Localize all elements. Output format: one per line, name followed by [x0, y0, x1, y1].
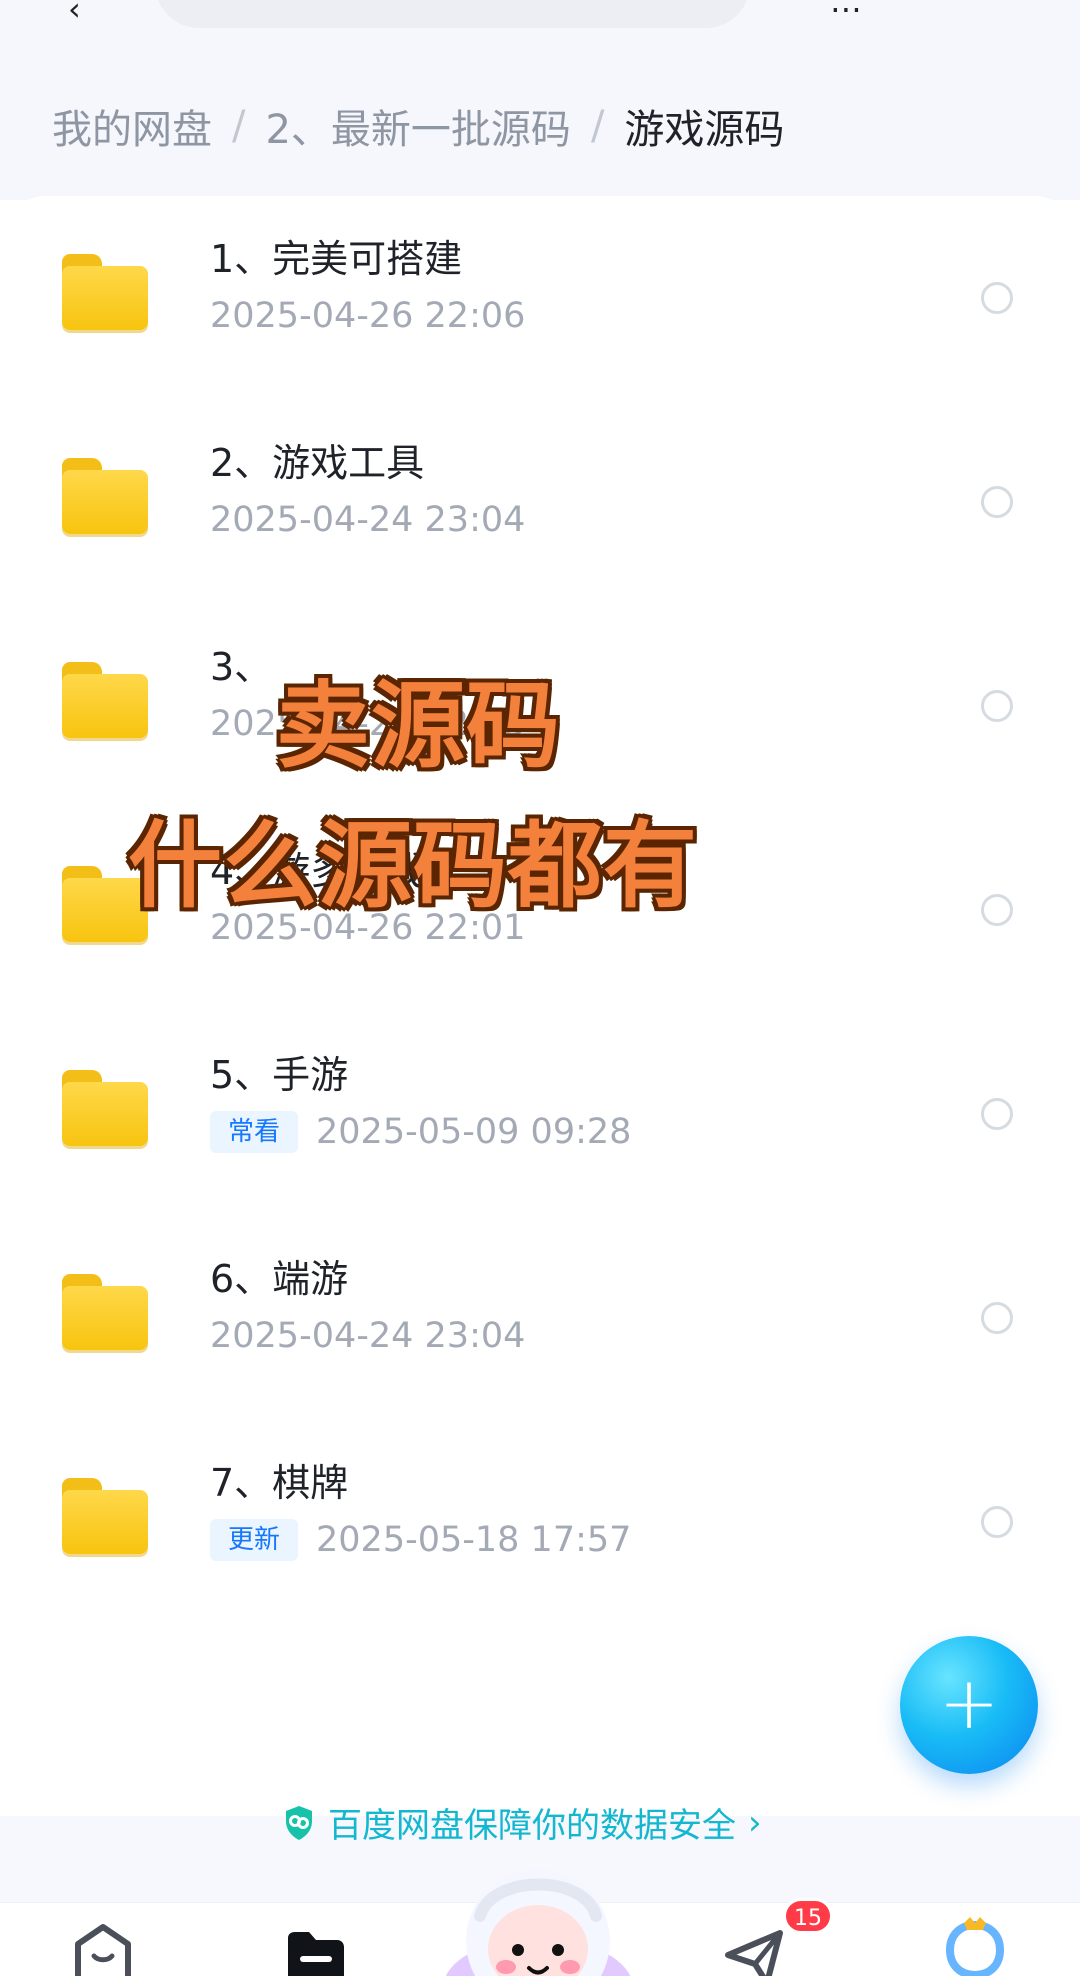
folder-icon: [62, 254, 148, 330]
breadcrumb-separator: /: [590, 103, 605, 149]
send-icon[interactable]: [722, 1927, 790, 1976]
list-item[interactable]: 1、完美可搭建 2025-04-26 22:06: [0, 196, 1080, 400]
select-checkbox[interactable]: [981, 282, 1013, 314]
top-right-control[interactable]: ⋯: [830, 0, 862, 28]
chevron-right-icon: ›: [748, 1802, 762, 1843]
status-badge: 更新: [210, 1519, 299, 1561]
folder-date: 2025-04-26 22:06: [210, 296, 526, 336]
mascot-icon[interactable]: [430, 1846, 646, 1976]
breadcrumb-separator: /: [232, 103, 246, 149]
folder-icon: [62, 1070, 148, 1146]
breadcrumb-parent[interactable]: 2、最新一批源码: [265, 97, 570, 155]
folder-icon: [62, 1274, 148, 1350]
folder-name: 1、完美可搭建: [210, 237, 463, 281]
folder-name: 6、端游: [210, 1257, 349, 1301]
app-screen: ‹ ⋯ 我的网盘 / 2、最新一批源码 / 游戏源码 1、完美可搭建 2025-…: [0, 0, 1080, 1976]
list-item[interactable]: 5、手游 常看 2025-05-09 09:28: [0, 1012, 1080, 1216]
search-bar[interactable]: [155, 0, 750, 28]
add-button[interactable]: +: [900, 1636, 1038, 1774]
folder-name: 3、: [210, 645, 273, 689]
folder-meta: 更新 2025-05-18 17:57: [210, 1518, 631, 1562]
breadcrumb: 我的网盘 / 2、最新一批源码 / 游戏源码: [52, 98, 784, 154]
plus-icon: +: [938, 1661, 1000, 1745]
folder-date: 2025-05-09 09:28: [316, 1112, 632, 1152]
overlay-text-line1: 卖源码: [276, 672, 562, 781]
security-text: 百度网盘保障你的数据安全: [328, 1806, 736, 1846]
folder-tab-icon[interactable]: [282, 1928, 350, 1976]
folder-icon: [62, 1478, 148, 1554]
folder-icon: [62, 458, 148, 534]
breadcrumb-current: 游戏源码: [624, 107, 785, 153]
select-checkbox[interactable]: [981, 1506, 1013, 1538]
folder-meta: 2025-04-24 23:04: [210, 498, 525, 542]
status-badge: 常看: [210, 1111, 299, 1153]
folder-name: 2、游戏工具: [210, 441, 425, 485]
overlay-text-line2: 什么源码都有: [128, 812, 699, 921]
select-checkbox[interactable]: [981, 1302, 1013, 1334]
folder-icon: [62, 662, 148, 738]
profile-icon[interactable]: [940, 1915, 1010, 1976]
notification-badge: 15: [783, 1898, 833, 1934]
select-checkbox[interactable]: [981, 690, 1013, 722]
folder-name: 7、棋牌: [210, 1461, 349, 1505]
folder-name: 5、手游: [210, 1053, 349, 1097]
folder-date: 2025-04-24 23:04: [210, 500, 526, 540]
top-left-control[interactable]: ‹: [68, 0, 81, 28]
select-checkbox[interactable]: [981, 486, 1013, 518]
folder-date: 2025-05-18 17:57: [316, 1520, 632, 1560]
folder-meta: 2025-04-26 22:06: [210, 294, 525, 338]
folder-date: 2025-04-24 23:04: [210, 1316, 526, 1356]
select-checkbox[interactable]: [981, 894, 1013, 926]
list-item[interactable]: 6、端游 2025-04-24 23:04: [0, 1216, 1080, 1420]
shield-icon: [286, 1805, 312, 1840]
file-list: 1、完美可搭建 2025-04-26 22:06 2、游戏工具 2025-04-…: [0, 196, 1080, 1816]
home-icon[interactable]: [70, 1923, 136, 1976]
folder-meta: 常看 2025-05-09 09:28: [210, 1110, 631, 1154]
list-item[interactable]: 7、棋牌 更新 2025-05-18 17:57: [0, 1420, 1080, 1624]
list-item[interactable]: 2、游戏工具 2025-04-24 23:04: [0, 400, 1080, 604]
folder-meta: 2025-04-24 23:04: [210, 1314, 525, 1358]
breadcrumb-root[interactable]: 我的网盘: [52, 97, 212, 155]
security-notice[interactable]: 百度网盘保障你的数据安全 ›: [282, 1798, 762, 1847]
select-checkbox[interactable]: [981, 1098, 1013, 1130]
